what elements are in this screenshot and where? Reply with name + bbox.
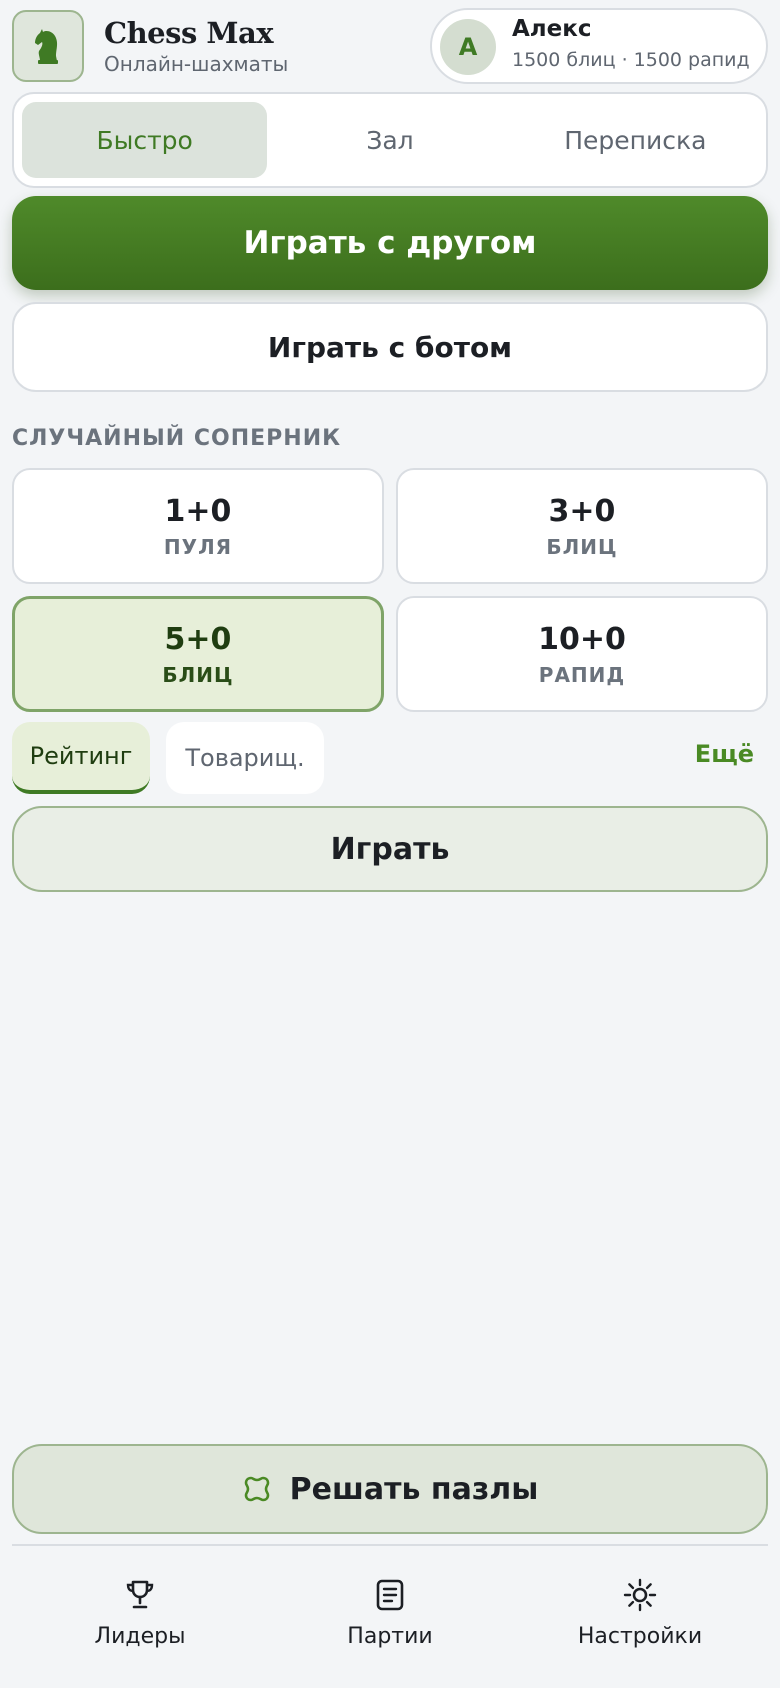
play-button[interactable]: Играть bbox=[12, 806, 768, 892]
time-control-type: РАПИД bbox=[538, 662, 626, 687]
time-control-value: 1+0 bbox=[164, 493, 232, 529]
time-control-blitz-5-0[interactable]: 5+0 БЛИЦ bbox=[12, 596, 384, 712]
trophy-icon bbox=[126, 1580, 154, 1609]
profile-card[interactable]: А Алекс 1500 блиц · 1500 рапид bbox=[430, 8, 768, 84]
time-control-value: 3+0 bbox=[548, 493, 616, 529]
avatar: А bbox=[440, 19, 496, 75]
tab-correspondence[interactable]: Переписка bbox=[513, 102, 758, 178]
play-with-bot-button[interactable]: Играть с ботом bbox=[12, 302, 768, 392]
time-control-type: ПУЛЯ bbox=[163, 534, 233, 559]
time-control-value: 10+0 bbox=[538, 621, 626, 657]
time-control-value: 5+0 bbox=[164, 621, 232, 657]
nav-settings[interactable]: Настройки bbox=[530, 1578, 750, 1668]
tab-fast[interactable]: Быстро bbox=[22, 102, 268, 178]
more-link[interactable]: Ещё bbox=[695, 740, 754, 768]
nav-games[interactable]: Партии bbox=[280, 1578, 500, 1668]
app-subtitle: Онлайн-шахматы bbox=[104, 52, 289, 76]
profile-name: Алекс bbox=[512, 16, 592, 42]
app-title: Chess Max bbox=[104, 16, 274, 50]
mode-tabs: Быстро Зал Переписка bbox=[12, 92, 768, 188]
time-control-type: БЛИЦ bbox=[546, 534, 618, 559]
divider bbox=[12, 1544, 768, 1546]
nav-leaders[interactable]: Лидеры bbox=[30, 1578, 250, 1668]
knight-icon bbox=[35, 29, 58, 64]
time-control-type: БЛИЦ bbox=[162, 662, 234, 687]
solve-puzzles-button[interactable]: Решать пазлы bbox=[12, 1444, 768, 1534]
nav-games-label: Партии bbox=[347, 1624, 433, 1649]
time-control-bullet-1-0[interactable]: 1+0 ПУЛЯ bbox=[12, 468, 384, 584]
document-icon bbox=[376, 1579, 404, 1611]
tab-hall[interactable]: Зал bbox=[267, 102, 512, 178]
casual-mode-chip[interactable]: Товарищ. bbox=[166, 722, 324, 794]
random-opponent-heading: СЛУЧАЙНЫЙ СОПЕРНИК bbox=[12, 426, 342, 451]
nav-leaders-label: Лидеры bbox=[94, 1624, 186, 1649]
nav-settings-label: Настройки bbox=[577, 1624, 703, 1649]
time-control-blitz-3-0[interactable]: 3+0 БЛИЦ bbox=[396, 468, 768, 584]
solve-puzzles-label: Решать пазлы bbox=[289, 1471, 539, 1507]
app-header: Chess Max Онлайн-шахматы А Алекс 1500 бл… bbox=[12, 8, 768, 84]
play-with-friend-button[interactable]: Играть с другом bbox=[12, 196, 768, 290]
app-logo[interactable] bbox=[12, 10, 84, 82]
time-control-rapid-10-0[interactable]: 10+0 РАПИД bbox=[396, 596, 768, 712]
profile-ratings: 1500 блиц · 1500 рапид bbox=[512, 49, 750, 71]
puzzle-icon bbox=[244, 1476, 269, 1502]
sun-icon bbox=[623, 1578, 657, 1612]
rated-mode-chip[interactable]: Рейтинг bbox=[12, 722, 150, 794]
